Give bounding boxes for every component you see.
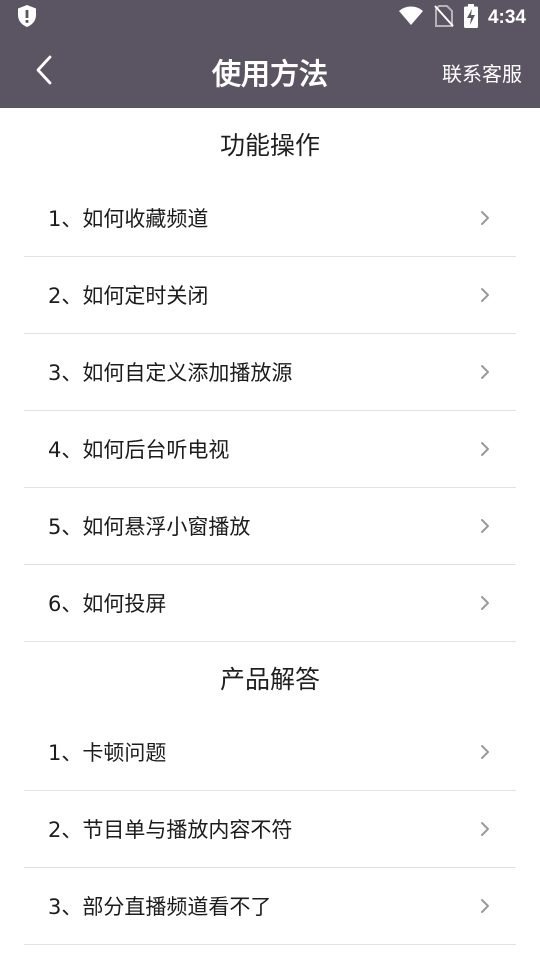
list-item[interactable]: 2、节目单与播放内容不符 — [24, 791, 516, 868]
list-item-label: 1、如何收藏频道 — [48, 207, 209, 231]
status-time: 4:34 — [487, 7, 526, 28]
list-item-label: 6、如何投屏 — [48, 592, 167, 616]
chevron-left-icon — [34, 54, 54, 90]
chevron-right-icon — [480, 210, 490, 226]
chevron-right-icon — [480, 898, 490, 914]
section-title: 功能操作 — [219, 131, 320, 160]
list-item-label: 1、卡顿问题 — [48, 741, 167, 765]
list-item[interactable]: 6、如何投屏 — [24, 565, 516, 642]
instructions-list: 功能操作 1、如何收藏频道 2、如何定时关闭 3、如何自定义添加播放源 4、如何… — [0, 108, 540, 960]
status-left — [16, 4, 38, 32]
section-title: 产品解答 — [219, 665, 320, 694]
list-item-label: 2、节目单与播放内容不符 — [48, 818, 293, 842]
chevron-right-icon — [480, 821, 490, 837]
contact-support-button[interactable]: 联系客服 — [442, 36, 522, 108]
wifi-icon — [398, 5, 424, 31]
back-button[interactable] — [20, 48, 68, 96]
status-right: 4:34 — [398, 4, 526, 32]
list-item[interactable]: 3、如何自定义添加播放源 — [24, 334, 516, 411]
chevron-right-icon — [480, 364, 490, 380]
list-item-label: 5、如何悬浮小窗播放 — [48, 515, 251, 539]
list-item[interactable]: 5、如何悬浮小窗播放 — [24, 488, 516, 565]
list-item[interactable]: 1、如何收藏频道 — [24, 180, 516, 257]
app-bar: 使用方法 联系客服 — [0, 36, 540, 108]
chevron-right-icon — [480, 287, 490, 303]
list-item[interactable]: 1、卡顿问题 — [24, 714, 516, 791]
list-item-label: 4、如何后台听电视 — [48, 438, 230, 462]
section-features: 功能操作 1、如何收藏频道 2、如何定时关闭 3、如何自定义添加播放源 4、如何… — [0, 108, 540, 642]
chevron-right-icon — [480, 518, 490, 534]
list-item[interactable]: 2、如何定时关闭 — [24, 257, 516, 334]
list-item[interactable]: 3、部分直播频道看不了 — [24, 868, 516, 945]
chevron-right-icon — [480, 595, 490, 611]
list-item-label: 3、如何自定义添加播放源 — [48, 361, 293, 385]
section-product-faq: 产品解答 1、卡顿问题 2、节目单与播放内容不符 3、部分直播频道看不了 — [0, 642, 540, 945]
no-sim-icon — [434, 4, 454, 32]
battery-charging-icon — [463, 4, 478, 32]
chevron-right-icon — [480, 744, 490, 760]
status-bar: 4:34 — [0, 0, 540, 36]
chevron-right-icon — [480, 441, 490, 457]
list-item-label: 3、部分直播频道看不了 — [48, 895, 272, 919]
list-item-label: 2、如何定时关闭 — [48, 284, 209, 308]
list-item[interactable]: 4、如何后台听电视 — [24, 411, 516, 488]
shield-alert-icon — [16, 4, 38, 32]
